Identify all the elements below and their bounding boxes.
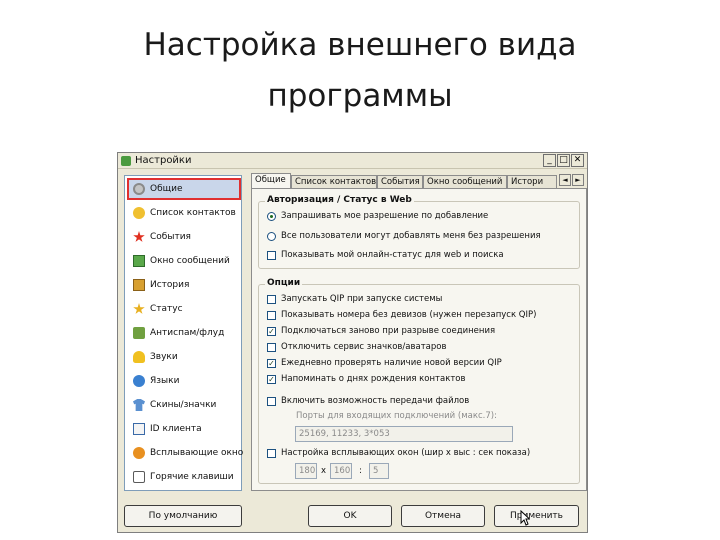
tab-scroll-right-button[interactable]: ► <box>572 174 584 186</box>
sidebar-item-skins[interactable]: Скины/значки <box>128 395 240 415</box>
sidebar-item-status[interactable]: Статус <box>128 299 240 319</box>
popup-size-separator: x <box>321 466 327 476</box>
window-title: Настройки <box>135 155 192 166</box>
checkbox-popup-settings[interactable] <box>267 449 276 458</box>
checkbox-check-updates[interactable]: ✓ <box>267 359 276 368</box>
settings-window: Настройки _ □ ✕ Общие Список контактов С… <box>117 152 588 533</box>
slide-title-line-1: Настройка внешнего вида <box>143 27 577 63</box>
sidebar-item-label: Горячие клавиши <box>150 472 234 482</box>
cancel-button[interactable]: Отмена <box>401 505 485 527</box>
popup-time-separator: : <box>359 466 362 476</box>
sidebar-item-message-window[interactable]: Окно сообщений <box>128 251 240 271</box>
checkbox-disable-avatars-label: Отключить сервис значков/аватаров <box>281 342 447 352</box>
settings-icon <box>133 183 145 195</box>
sidebar-item-popup[interactable]: Всплывающие окно <box>128 443 244 463</box>
defaults-button[interactable]: По умолчанию <box>124 505 242 527</box>
ok-button[interactable]: OK <box>308 505 392 527</box>
ports-label: Порты для входящих подключений (макс.7): <box>296 411 497 421</box>
apply-button[interactable]: Применить <box>494 505 579 527</box>
sidebar-item-label: История <box>150 280 190 290</box>
options-group-title: Опции <box>265 278 303 288</box>
sidebar-item-label: ID клиента <box>150 424 202 434</box>
auth-status-group: Авторизация / Статус в Web Запрашивать м… <box>258 195 580 269</box>
sidebar-item-label: Языки <box>150 376 180 386</box>
status-icon <box>133 303 145 314</box>
sidebar-item-hotkeys[interactable]: Горячие клавиши <box>128 467 240 487</box>
languages-icon <box>133 375 145 387</box>
sidebar-item-label: Всплывающие окно <box>150 448 244 458</box>
tab-contact-list[interactable]: Список контактов <box>291 175 377 188</box>
checkbox-disable-avatars[interactable] <box>267 343 276 352</box>
popup-seconds-input[interactable]: 5 <box>369 463 389 479</box>
popup-height-input[interactable]: 160 <box>330 463 352 479</box>
sidebar-item-events[interactable]: События <box>128 227 240 247</box>
tab-general[interactable]: Общие <box>251 173 291 189</box>
sidebar-item-label: Скины/значки <box>150 400 217 410</box>
checkbox-reconnect[interactable]: ✓ <box>267 327 276 336</box>
sidebar-item-general[interactable]: Общие <box>127 178 241 200</box>
sidebar-item-sounds[interactable]: Звуки <box>128 347 240 367</box>
antispam-icon <box>133 327 145 339</box>
hotkeys-icon <box>133 471 145 483</box>
checkbox-check-updates-label: Ежедневно проверять наличие новой версии… <box>281 358 502 368</box>
sounds-icon <box>133 351 145 363</box>
skins-icon <box>133 399 145 411</box>
checkbox-web-status-label: Показывать мой онлайн-статус для web и п… <box>281 250 504 260</box>
tab-scroll-left-button[interactable]: ◄ <box>559 174 571 186</box>
tab-events[interactable]: События <box>377 175 423 188</box>
maximize-button[interactable]: □ <box>557 154 570 167</box>
checkbox-show-numbers[interactable] <box>267 311 276 320</box>
contacts-icon <box>133 207 145 219</box>
radio-ask-permission[interactable] <box>267 212 276 221</box>
tab-message-window[interactable]: Окно сообщений <box>423 175 507 188</box>
options-group: Опции Запускать QIP при запуске системы … <box>258 278 580 484</box>
message-window-icon <box>133 255 145 267</box>
auth-group-title: Авторизация / Статус в Web <box>265 195 414 205</box>
sidebar-item-antispam[interactable]: Антиспам/флуд <box>128 323 240 343</box>
checkbox-web-status[interactable] <box>267 251 276 260</box>
mouse-cursor-icon <box>520 510 530 526</box>
sidebar-item-label: Общие <box>150 184 183 194</box>
history-icon <box>133 279 145 291</box>
popup-width-input[interactable]: 180 <box>295 463 317 479</box>
settings-sidebar: Общие Список контактов События Окно сооб… <box>124 175 244 491</box>
window-titlebar[interactable]: Настройки _ □ ✕ <box>118 153 587 169</box>
general-settings-panel: Авторизация / Статус в Web Запрашивать м… <box>251 188 587 491</box>
checkbox-autostart-label: Запускать QIP при запуске системы <box>281 294 443 304</box>
radio-allow-all[interactable] <box>267 232 276 241</box>
checkbox-file-transfer-label: Включить возможность передачи файлов <box>281 396 470 406</box>
sidebar-item-contact-list[interactable]: Список контактов <box>128 203 240 223</box>
minimize-button[interactable]: _ <box>543 154 556 167</box>
tab-history[interactable]: Истори <box>507 175 557 188</box>
sidebar-item-languages[interactable]: Языки <box>128 371 240 391</box>
sidebar-item-label: Антиспам/флуд <box>150 328 225 338</box>
sidebar-item-label: Статус <box>150 304 183 314</box>
client-id-icon <box>133 423 145 435</box>
radio-allow-all-label: Все пользователи могут добавлять меня бе… <box>281 231 541 241</box>
sidebar-item-label: Звуки <box>150 352 178 362</box>
slide-title-line-2: программы <box>267 78 453 114</box>
close-button[interactable]: ✕ <box>571 154 584 167</box>
sidebar-item-client-id[interactable]: ID клиента <box>128 419 240 439</box>
radio-ask-permission-label: Запрашивать мое разрешение по добавление <box>281 211 489 221</box>
sidebar-item-label: Список контактов <box>150 208 236 218</box>
checkbox-autostart[interactable] <box>267 295 276 304</box>
events-icon <box>133 231 145 242</box>
popup-icon <box>133 447 145 459</box>
app-icon <box>121 156 131 166</box>
sidebar-item-history[interactable]: История <box>128 275 240 295</box>
checkbox-birthday-reminder-label: Напоминать о днях рождения контактов <box>281 374 466 384</box>
checkbox-show-numbers-label: Показывать номера без девизов (нужен пер… <box>281 310 537 320</box>
checkbox-birthday-reminder[interactable]: ✓ <box>267 375 276 384</box>
checkbox-reconnect-label: Подключаться заново при разрыве соединен… <box>281 326 496 336</box>
sidebar-item-label: События <box>150 232 191 242</box>
checkbox-popup-settings-label: Настройка всплывающих окон (шир x выс : … <box>281 448 531 458</box>
ports-input[interactable]: 25169, 11233, 3*053 <box>295 426 513 442</box>
tab-bar: Общие Список контактов События Окно сооб… <box>251 173 587 189</box>
checkbox-file-transfer[interactable] <box>267 397 276 406</box>
sidebar-item-label: Окно сообщений <box>150 256 230 266</box>
